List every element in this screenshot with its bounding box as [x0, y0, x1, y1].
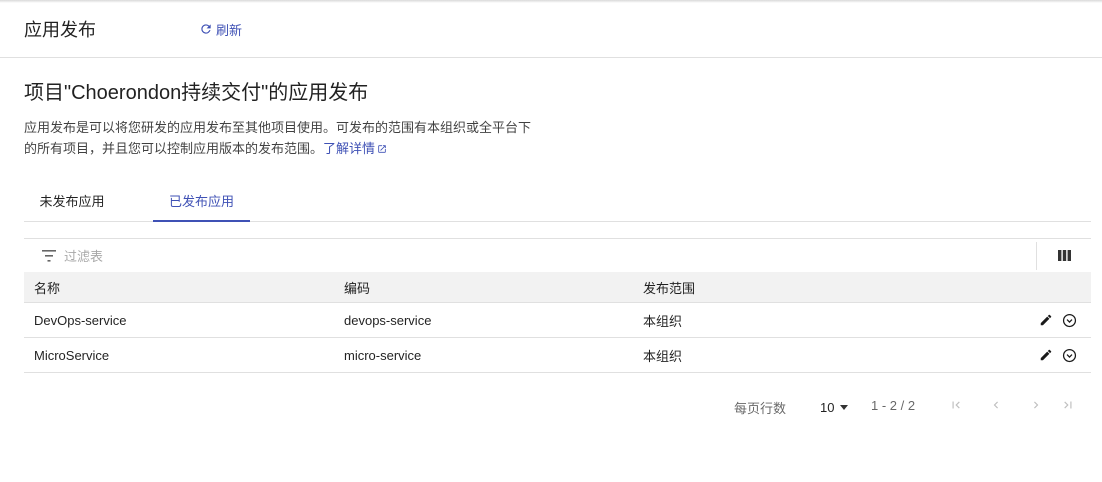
expand-circle-icon[interactable] — [1062, 348, 1077, 363]
table-header: 名称 编码 发布范围 — [24, 272, 1091, 303]
app-name: DevOps-service — [34, 312, 127, 328]
refresh-icon — [201, 24, 211, 34]
rows-per-page-value: 10 — [820, 400, 835, 415]
rows-per-page-label: 每页行数 — [734, 401, 787, 416]
column-header-scope[interactable]: 发布范围 — [643, 272, 695, 302]
refresh-button[interactable]: 刷新 — [199, 19, 242, 39]
refresh-label: 刷新 — [216, 22, 243, 38]
app-name: MicroService — [34, 347, 110, 363]
learn-more-label: 了解详情 — [323, 141, 376, 156]
pagination: 每页行数 10 1 - 2 / 2 — [0, 392, 1102, 420]
app-scope: 本组织 — [643, 348, 683, 364]
app-scope: 本组织 — [643, 313, 683, 329]
table-row: MicroService micro-service 本组织 — [24, 338, 1091, 373]
section-title: 项目"Choerondon持续交付"的应用发布 — [24, 82, 369, 104]
description-line-2-text: 的所有项目，并且您可以控制应用版本的发布范围。 — [24, 141, 324, 156]
view-column-icon[interactable] — [1058, 250, 1071, 261]
tab-published[interactable]: 已发布应用 — [153, 184, 250, 222]
column-header-name[interactable]: 名称 — [34, 272, 60, 302]
page-range: 1 - 2 / 2 — [871, 398, 916, 413]
learn-more-link[interactable]: 了解详情 — [323, 141, 387, 156]
chevron-left-icon[interactable] — [989, 398, 1003, 412]
filter-icon — [42, 250, 56, 262]
page-header: 应用发布 刷新 — [0, 0, 1102, 58]
page-title: 应用发布 — [24, 20, 96, 40]
edit-icon[interactable] — [1039, 348, 1053, 362]
app-code: micro-service — [344, 347, 422, 363]
app-publish-page: 应用发布 刷新 项目"Choerondon持续交付"的应用发布 应用发布是可以将… — [0, 0, 1102, 482]
external-link-icon — [378, 145, 386, 153]
tab-unpublished[interactable]: 未发布应用 — [24, 184, 120, 222]
app-code: devops-service — [344, 312, 432, 328]
description-line-1: 应用发布是可以将您研发的应用发布至其他项目使用。可发布的范围有本组织或全平台下 — [24, 120, 532, 135]
row-actions — [1039, 338, 1077, 372]
edit-icon[interactable] — [1039, 313, 1053, 327]
column-header-code[interactable]: 编码 — [344, 272, 370, 302]
rows-per-page-select[interactable]: 10 — [820, 400, 849, 415]
page-description: 应用发布是可以将您研发的应用发布至其他项目使用。可发布的范围有本组织或全平台下 … — [24, 117, 544, 159]
filter-divider — [1036, 242, 1037, 270]
first-page-icon[interactable] — [949, 398, 963, 412]
filter-input[interactable] — [64, 245, 664, 267]
description-line-2: 的所有项目，并且您可以控制应用版本的发布范围。了解详情 — [24, 138, 544, 159]
last-page-icon[interactable] — [1061, 398, 1075, 412]
filter-bar — [24, 238, 1091, 272]
publish-tabs: 未发布应用 已发布应用 — [24, 184, 1091, 222]
published-apps-table: 名称 编码 发布范围 DevOps-service devops-service… — [24, 272, 1091, 373]
row-actions — [1039, 303, 1077, 337]
expand-circle-icon[interactable] — [1062, 313, 1077, 328]
chevron-right-icon[interactable] — [1029, 398, 1043, 412]
caret-down-icon — [840, 405, 849, 410]
table-row: DevOps-service devops-service 本组织 — [24, 303, 1091, 338]
